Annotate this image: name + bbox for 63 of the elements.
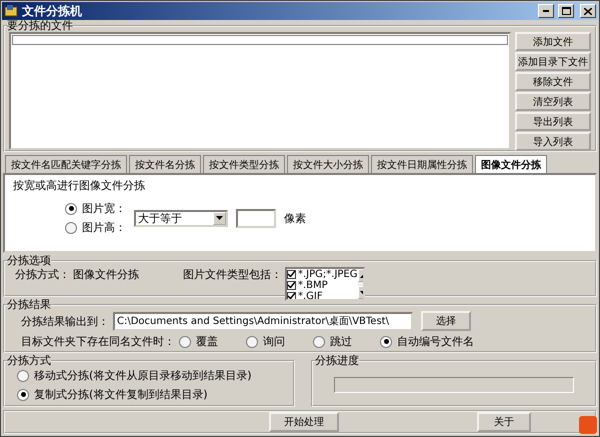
close-button[interactable] <box>580 4 596 18</box>
types-label: 图片文件类型包括： <box>183 267 283 282</box>
list-action-button[interactable]: 添加文件 <box>515 32 591 51</box>
radio-circle[interactable] <box>17 388 29 400</box>
window-title: 文件分拣机 <box>22 2 83 20</box>
radio-button[interactable]: 覆盖 <box>179 334 218 349</box>
tab[interactable]: 按文件日期属性分拣 <box>371 155 473 173</box>
tab[interactable]: 按文件大小分拣 <box>287 155 369 173</box>
file-type-item[interactable]: *.JPG;*.JPEG <box>287 269 358 279</box>
panel-heading: 按宽或高进行图像文件分拣 <box>13 178 146 193</box>
group-title: 要分拣的文件 <box>7 20 73 32</box>
checkbox[interactable] <box>287 280 296 290</box>
list-action-button[interactable]: 导出列表 <box>515 112 591 131</box>
list-action-button[interactable]: 清空列表 <box>515 92 591 111</box>
radio-circle[interactable] <box>246 336 258 348</box>
unit-label: 像素 <box>284 210 306 226</box>
maximize-button[interactable] <box>558 4 574 18</box>
list-action-button[interactable]: 添加目录下文件 <box>515 52 591 71</box>
list-action-button[interactable]: 导入列表 <box>515 132 591 151</box>
checkbox[interactable] <box>287 292 296 299</box>
radio-circle[interactable] <box>313 336 325 348</box>
file-type-item[interactable]: *.GIF <box>287 291 358 299</box>
group-title: 分拣进度 <box>315 355 359 367</box>
file-type-item[interactable]: *.BMP <box>287 280 358 290</box>
mode-label: 分拣方式： <box>15 267 71 282</box>
tab[interactable]: 按文件名匹配关键字分拣 <box>5 155 127 173</box>
app-icon <box>4 4 18 18</box>
minimize-icon <box>543 10 549 12</box>
minimize-button[interactable] <box>538 4 554 18</box>
radio-button[interactable]: 复制式分拣(将文件复制到结果目录) <box>17 387 289 402</box>
radio-button[interactable]: 图片高： <box>65 220 126 235</box>
comparison-dropdown[interactable]: 大于等于 <box>134 210 228 226</box>
list-action-button[interactable]: 移除文件 <box>515 72 591 91</box>
radio-button[interactable]: 跳过 <box>313 334 352 349</box>
pixels-input[interactable] <box>236 208 276 228</box>
radio-button[interactable]: 自动编号文件名 <box>380 334 474 349</box>
conflict-label: 目标文件夹下存在同名文件时： <box>21 334 176 349</box>
radio-button[interactable]: 移动式分拣(将文件从原目录移动到结果目录) <box>17 368 289 383</box>
radio-circle[interactable] <box>65 202 77 214</box>
radio-button[interactable]: 询问 <box>246 334 285 349</box>
mode-value: 图像文件分拣 <box>73 267 140 282</box>
radio-circle[interactable] <box>17 370 29 382</box>
tab[interactable]: 按文件名分拣 <box>129 155 201 173</box>
output-path-input[interactable]: C:\Documents and Settings\Administrator\桌面\VBTest\ <box>113 312 413 330</box>
checkbox[interactable] <box>287 270 296 278</box>
tab[interactable]: 按文件类型分拣 <box>203 155 285 173</box>
radio-button[interactable]: 图片宽： <box>65 201 126 216</box>
about-button[interactable]: 关于 <box>477 412 531 432</box>
tab[interactable]: 图像文件分拣 <box>475 155 547 173</box>
radio-circle[interactable] <box>179 336 191 348</box>
start-button[interactable]: 开始处理 <box>269 412 339 432</box>
radio-circle[interactable] <box>65 222 77 234</box>
input-method-icon <box>579 416 597 434</box>
file-list[interactable] <box>9 32 511 150</box>
group-title: 分拣选项 <box>7 255 51 267</box>
file-type-list[interactable]: *.JPG;*.JPEG *.BMP *.GIF <box>285 267 365 301</box>
group-title: 分拣结果 <box>7 299 51 311</box>
browse-button[interactable]: 选择 <box>421 311 471 331</box>
output-label: 分拣结果输出到： <box>21 314 109 328</box>
close-icon <box>584 8 592 14</box>
maximize-icon <box>562 7 570 15</box>
radio-circle[interactable] <box>380 336 392 348</box>
group-title: 分拣方式 <box>7 355 51 367</box>
